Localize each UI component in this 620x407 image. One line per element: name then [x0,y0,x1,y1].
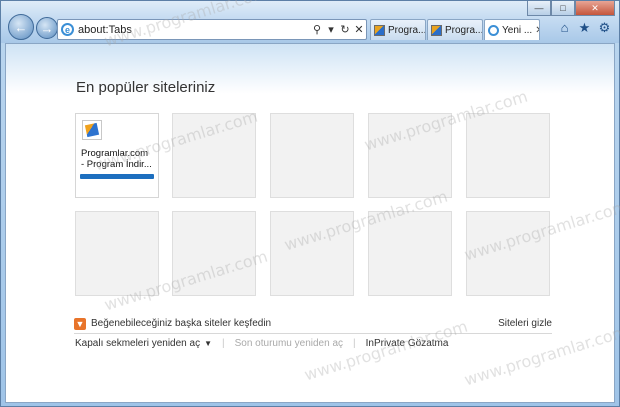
suggested-sites-icon: ▼ [74,318,86,330]
close-icon: ✕ [591,2,599,13]
site-tile-empty[interactable] [75,211,159,296]
favorites-star-icon[interactable]: ★ [578,21,591,34]
back-button[interactable]: ← [8,14,34,40]
command-icons: ⌂ ★ ⚙ [558,21,611,34]
site-tile-empty[interactable] [368,113,452,198]
programlar-favicon-icon [374,24,385,36]
search-icon[interactable]: ⚲ [310,22,324,38]
programlar-favicon-icon [431,24,442,36]
tab-programlar-2[interactable]: Progra... [427,19,483,40]
address-bar[interactable]: e about:Tabs ⚲ ▾ ↻ ✕ [57,19,367,40]
chevron-down-icon[interactable]: ▼ [204,339,212,348]
discover-sites-link[interactable]: Beğenebileceğiniz başka siteler keşfedin [91,318,271,329]
separator: | [222,337,225,349]
inprivate-link[interactable]: InPrivate Gözatma [366,338,449,349]
back-arrow-icon: ← [14,19,28,35]
site-tile-empty[interactable] [270,211,354,296]
tab-label: Yeni ... [502,24,533,36]
site-favicon-icon [82,120,102,140]
tile-title: Programlar.com - Program İndir... [81,148,155,170]
site-tile-empty[interactable] [172,113,256,198]
new-tab-page: En popüler siteleriniz Programlar.com - … [5,43,615,403]
separator: | [353,337,356,349]
discover-row: ▼ Beğenebileceğiniz başka siteler keşfed… [74,316,552,334]
window-controls: — □ ✕ [527,1,615,16]
maximize-button[interactable]: □ [551,1,575,16]
tile-activity-bar [80,174,154,179]
forward-button[interactable]: → [36,17,58,39]
page-title: En popüler siteleriniz [76,79,216,96]
bottom-links: Kapalı sekmeleri yeniden aç ▼ | Son otur… [75,336,448,350]
hide-sites-link[interactable]: Siteleri gizle [498,318,552,329]
maximize-icon: □ [560,3,566,13]
tab-new-tab[interactable]: Yeni ... ✕ [484,19,540,40]
tab-programlar-1[interactable]: Progra... [370,19,426,40]
ie-icon: e [61,23,74,36]
site-tile-empty[interactable] [270,113,354,198]
site-tile-empty[interactable] [172,211,256,296]
site-tile-empty[interactable] [466,113,550,198]
tile-title-line2: - Program İndir... [81,159,152,170]
address-input[interactable]: about:Tabs [78,24,310,36]
dropdown-chevron-icon[interactable]: ▾ [324,22,338,38]
stop-icon[interactable]: ✕ [352,22,366,38]
tab-label: Progra... [445,24,483,36]
tools-gear-icon[interactable]: ⚙ [598,21,611,34]
home-icon[interactable]: ⌂ [558,21,571,34]
site-tile-programlar[interactable]: Programlar.com - Program İndir... [75,113,159,198]
minimize-icon: — [534,3,544,13]
tile-title-line1: Programlar.com [81,148,149,159]
minimize-button[interactable]: — [527,1,551,16]
ie-icon [488,24,499,36]
reopen-closed-tabs-link[interactable]: Kapalı sekmeleri yeniden aç [75,338,200,349]
browser-window: ← → e about:Tabs ⚲ ▾ ↻ ✕ Progra... Progr… [0,0,620,407]
close-tab-icon[interactable]: ✕ [535,25,539,36]
site-tile-empty[interactable] [466,211,550,296]
refresh-icon[interactable]: ↻ [338,22,352,38]
titlebar: ← → e about:Tabs ⚲ ▾ ↻ ✕ Progra... Progr… [1,1,619,43]
close-button[interactable]: ✕ [575,1,615,16]
forward-arrow-icon: → [40,20,54,36]
site-tile-empty[interactable] [368,211,452,296]
reopen-last-session-link: Son oturumu yeniden aç [234,337,344,349]
tab-label: Progra... [388,24,426,36]
